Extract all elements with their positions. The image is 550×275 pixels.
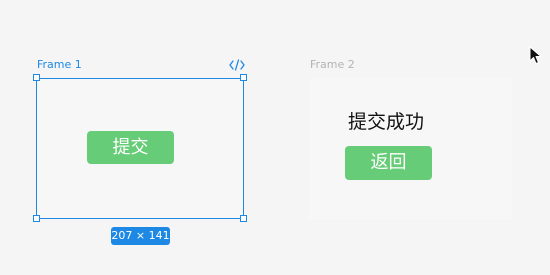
frame2-label[interactable]: Frame 2 <box>310 59 355 71</box>
cursor-icon <box>529 46 545 66</box>
success-message: 提交成功 <box>348 111 425 133</box>
resize-handle-top-right[interactable] <box>240 74 247 81</box>
frame-size-badge: 207 × 141 <box>111 227 170 245</box>
submit-button[interactable]: 提交 <box>87 131 174 164</box>
resize-handle-bottom-left[interactable] <box>33 215 40 222</box>
resize-handle-bottom-right[interactable] <box>240 215 247 222</box>
code-icon[interactable] <box>229 59 245 71</box>
resize-handle-top-left[interactable] <box>33 74 40 81</box>
back-button[interactable]: 返回 <box>345 146 432 180</box>
frame1-label[interactable]: Frame 1 <box>37 59 82 71</box>
